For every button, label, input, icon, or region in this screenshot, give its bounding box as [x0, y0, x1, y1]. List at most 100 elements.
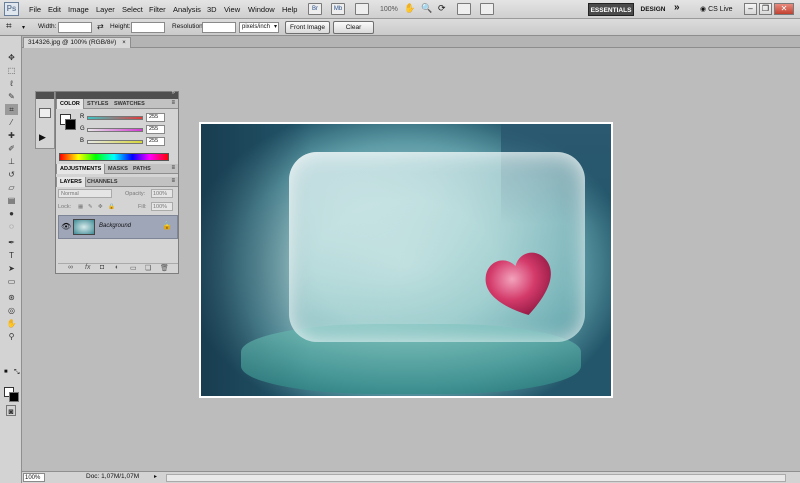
- clear-button[interactable]: Clear: [333, 21, 374, 34]
- tab-styles[interactable]: STYLES: [84, 99, 111, 109]
- slider-track-r[interactable]: [87, 116, 143, 120]
- status-menu-arrow-icon[interactable]: ▸: [154, 473, 157, 480]
- history-panel-icon[interactable]: [39, 108, 51, 118]
- zoom-level[interactable]: 100%: [380, 3, 398, 16]
- crop-tool-icon[interactable]: ⌗: [5, 104, 18, 115]
- healing-brush-tool-icon[interactable]: ✚: [5, 130, 18, 141]
- swap-dimensions-icon[interactable]: ⇄: [97, 22, 104, 31]
- rotate-icon[interactable]: ⟳: [438, 3, 452, 15]
- horizontal-scrollbar[interactable]: [166, 474, 786, 482]
- zoom-tool-icon[interactable]: ⚲: [5, 331, 18, 342]
- tab-layers[interactable]: LAYERS: [56, 177, 86, 187]
- width-input[interactable]: [58, 22, 92, 33]
- menu-filter[interactable]: Filter: [147, 3, 168, 16]
- adjustment-layer-icon[interactable]: ◐: [115, 264, 119, 271]
- actions-panel-icon[interactable]: ▶: [39, 132, 46, 143]
- delete-layer-icon[interactable]: 🗑: [160, 264, 169, 272]
- workspace-design-button[interactable]: DESIGN: [638, 3, 668, 16]
- screen-mode-icon[interactable]: [480, 3, 494, 15]
- eyedropper-tool-icon[interactable]: ⁄: [5, 117, 18, 128]
- tool-preset-chevron-icon[interactable]: ▾: [22, 24, 25, 31]
- menu-window[interactable]: Window: [246, 3, 277, 16]
- new-group-icon[interactable]: ▭: [130, 264, 137, 272]
- tab-adjustments[interactable]: ADJUSTMENTS: [56, 164, 106, 174]
- value-r[interactable]: 255: [146, 113, 165, 122]
- cs-live-button[interactable]: ◉ CS Live: [700, 3, 733, 16]
- restore-icon[interactable]: ❐: [759, 3, 772, 15]
- eraser-tool-icon[interactable]: ▱: [5, 182, 18, 193]
- layers-menu-icon[interactable]: ≡: [171, 178, 175, 184]
- minibridge-icon[interactable]: Mb: [331, 3, 345, 15]
- status-zoom-field[interactable]: 100%: [23, 473, 45, 482]
- shape-tool-icon[interactable]: ▭: [5, 276, 18, 287]
- swap-colors-icon[interactable]: ⤡: [14, 369, 20, 377]
- view-extras-icon[interactable]: [355, 3, 369, 15]
- document-image[interactable]: [199, 122, 613, 398]
- path-selection-tool-icon[interactable]: ➤: [5, 263, 18, 274]
- lock-all-icon[interactable]: 🔒: [108, 202, 115, 212]
- quick-select-tool-icon[interactable]: ✎: [5, 91, 18, 102]
- close-icon[interactable]: ✕: [774, 3, 794, 15]
- tab-swatches[interactable]: SWATCHES: [111, 99, 148, 109]
- brush-tool-icon[interactable]: ✐: [5, 143, 18, 154]
- layer-name[interactable]: Background: [99, 223, 131, 229]
- document-tab[interactable]: 314326.jpg @ 100% (RGB/8#) ×: [23, 37, 131, 48]
- close-tab-icon[interactable]: ×: [122, 40, 126, 46]
- adjustments-menu-icon[interactable]: ≡: [171, 165, 175, 171]
- lock-image-icon[interactable]: ✎: [88, 202, 93, 212]
- slider-track-g[interactable]: [87, 128, 143, 132]
- value-g[interactable]: 255: [146, 125, 165, 134]
- tab-masks[interactable]: MASKS: [105, 164, 131, 174]
- zoom-icon[interactable]: 🔍: [421, 3, 435, 15]
- dodge-tool-icon[interactable]: ◌: [5, 221, 18, 232]
- opacity-field[interactable]: 100%: [151, 189, 173, 198]
- lock-position-icon[interactable]: ✥: [98, 202, 103, 212]
- menu-layer[interactable]: Layer: [94, 3, 117, 16]
- menu-help[interactable]: Help: [280, 3, 299, 16]
- value-b[interactable]: 255: [146, 137, 165, 146]
- lasso-tool-icon[interactable]: ℓ: [5, 78, 18, 89]
- menu-image[interactable]: Image: [66, 3, 91, 16]
- menu-edit[interactable]: Edit: [46, 3, 63, 16]
- menu-file[interactable]: File: [27, 3, 43, 16]
- blend-mode-select[interactable]: Normal: [58, 189, 112, 198]
- panel-strip-title[interactable]: [36, 92, 54, 99]
- panel-menu-icon[interactable]: ≡: [171, 100, 175, 106]
- lock-transparent-icon[interactable]: ▦: [78, 202, 83, 212]
- tab-channels[interactable]: CHANNELS: [84, 177, 121, 187]
- tab-color[interactable]: COLOR: [56, 99, 84, 109]
- slider-track-b[interactable]: [87, 140, 143, 144]
- hand-tool-icon[interactable]: ✋: [5, 318, 18, 329]
- height-input[interactable]: [131, 22, 165, 33]
- default-colors-icon[interactable]: ■: [4, 369, 8, 375]
- layer-style-icon[interactable]: fx: [85, 264, 90, 271]
- hand-icon[interactable]: ✋: [404, 3, 418, 15]
- resolution-unit-select[interactable]: pixels/inch ▾: [239, 22, 279, 33]
- menu-3d[interactable]: 3D: [205, 3, 219, 16]
- add-mask-icon[interactable]: ◘: [100, 264, 104, 271]
- resolution-input[interactable]: [202, 22, 236, 33]
- crop-tool-icon[interactable]: ⌗: [6, 21, 12, 33]
- eye-visibility-icon[interactable]: 👁: [61, 222, 71, 231]
- type-tool-icon[interactable]: T: [5, 250, 18, 261]
- layer-row-background[interactable]: 👁 Background 🔒: [58, 215, 178, 239]
- minimize-icon[interactable]: –: [744, 3, 757, 15]
- link-layers-icon[interactable]: ∞: [68, 264, 73, 271]
- clone-stamp-tool-icon[interactable]: ⊥: [5, 156, 18, 167]
- marquee-tool-icon[interactable]: ⬚: [5, 65, 18, 76]
- menu-analysis[interactable]: Analysis: [171, 3, 203, 16]
- 3d-orbit-tool-icon[interactable]: ◎: [5, 305, 18, 316]
- blur-tool-icon[interactable]: ●: [5, 208, 18, 219]
- 3d-rotate-tool-icon[interactable]: ⊛: [5, 292, 18, 303]
- front-image-button[interactable]: Front Image: [285, 21, 330, 34]
- gradient-tool-icon[interactable]: ▤: [5, 195, 18, 206]
- history-brush-tool-icon[interactable]: ↺: [5, 169, 18, 180]
- new-layer-icon[interactable]: ❏: [145, 264, 151, 272]
- background-color-swatch[interactable]: [9, 392, 19, 402]
- panel-dock-title[interactable]: »: [56, 90, 178, 99]
- more-workspaces-icon[interactable]: »: [674, 2, 680, 13]
- tab-paths[interactable]: PATHS: [130, 164, 154, 174]
- color-spectrum-bar[interactable]: [59, 153, 169, 161]
- quick-mask-icon[interactable]: ◙: [6, 405, 16, 416]
- collapse-icon[interactable]: »: [172, 90, 175, 96]
